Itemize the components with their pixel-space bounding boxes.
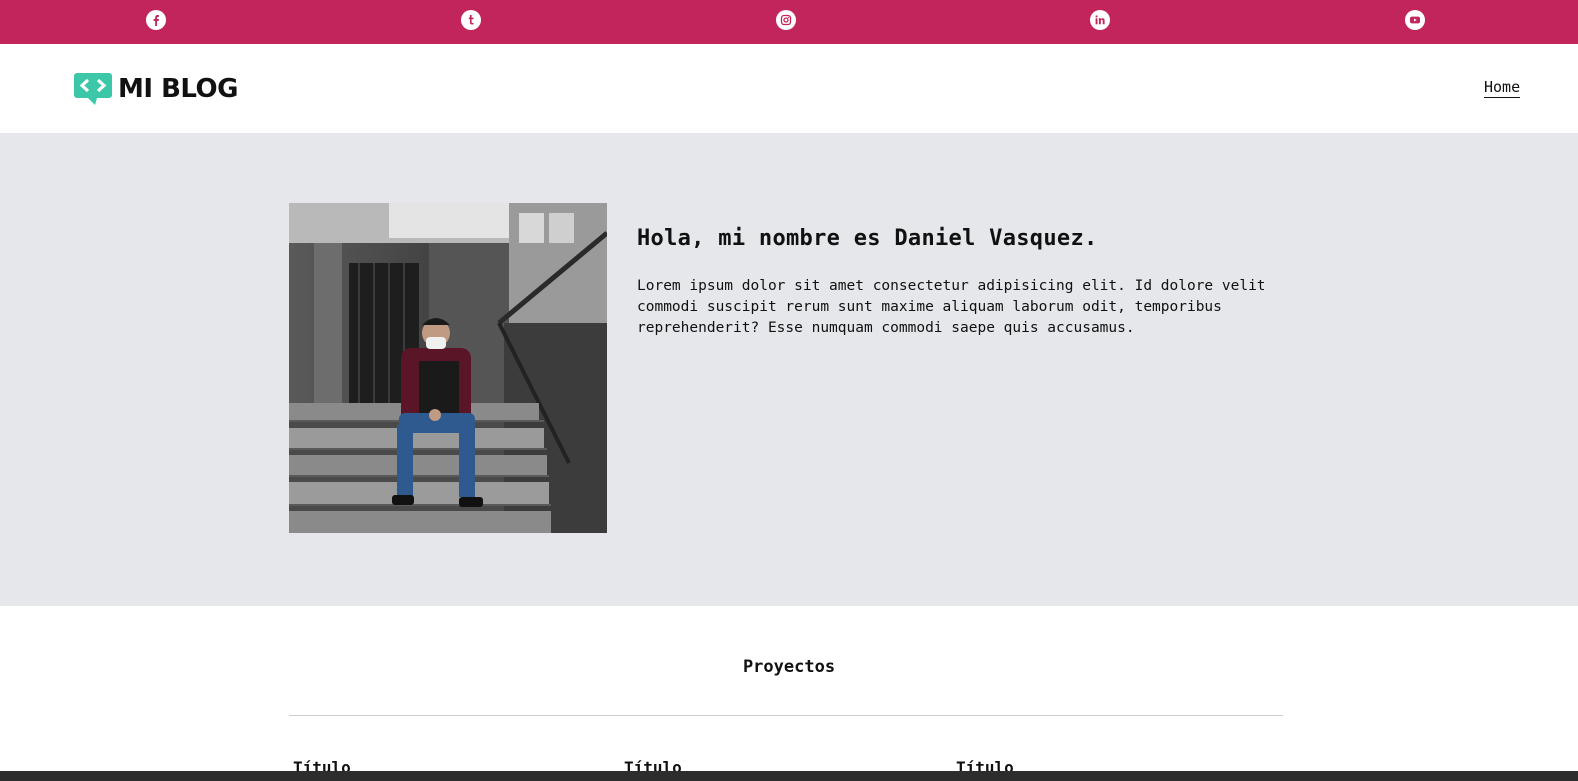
hero-title: Hola, mi nombre es Daniel Vasquez. [637, 226, 1098, 251]
hero-description: Lorem ipsum dolor sit amet consectetur a… [637, 278, 1266, 336]
instagram-icon[interactable] [776, 10, 796, 30]
social-bar [0, 0, 1578, 44]
linkedin-icon[interactable] [1090, 10, 1110, 30]
nav-home-link[interactable]: Home [1484, 79, 1521, 98]
facebook-icon[interactable] [146, 10, 166, 30]
youtube-icon[interactable] [1405, 10, 1425, 30]
section-divider [289, 715, 1283, 716]
code-bubble-icon [74, 73, 112, 105]
logo-text: MI BLOG [118, 74, 239, 104]
projects-heading: Proyectos [742, 657, 836, 677]
hero-section: Hola, mi nombre es Daniel Vasquez. Lorem… [0, 133, 1578, 606]
bottom-bar [0, 771, 1578, 781]
site-header: MI BLOG Home [0, 44, 1578, 133]
site-logo[interactable]: MI BLOG [73, 72, 239, 106]
profile-photo [289, 203, 607, 533]
tumblr-icon[interactable] [461, 10, 481, 30]
